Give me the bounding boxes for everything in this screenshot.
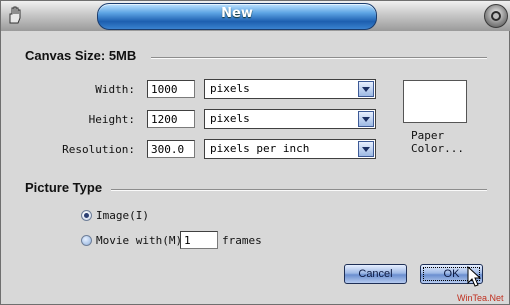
image-radio[interactable] — [81, 210, 92, 221]
picture-type-separator — [111, 189, 487, 191]
canvas-size-separator — [151, 57, 487, 59]
chevron-down-icon[interactable] — [358, 111, 374, 127]
title-bar[interactable]: New — [1, 1, 510, 31]
close-button[interactable] — [484, 4, 508, 28]
width-unit-select[interactable]: pixels — [204, 79, 376, 99]
width-unit-value: pixels — [210, 82, 250, 95]
resolution-input[interactable] — [147, 140, 195, 158]
canvas-size-heading: Canvas Size: 5MB — [25, 48, 137, 63]
mouse-pointer-icon — [467, 266, 482, 287]
new-dialog: New Canvas Size: 5MB Width: pixels Heigh… — [0, 0, 510, 305]
frames-label: frames — [222, 234, 262, 247]
window-title: New — [221, 6, 253, 21]
frames-input[interactable] — [180, 231, 218, 249]
width-label: Width: — [95, 83, 135, 96]
picture-type-heading: Picture Type — [25, 180, 103, 195]
cancel-button[interactable]: Cancel — [344, 264, 407, 284]
chevron-down-icon[interactable] — [358, 81, 374, 97]
paper-color-swatch[interactable] — [403, 80, 467, 123]
movie-radio[interactable] — [81, 235, 92, 246]
watermark: WinTea.Net — [457, 293, 504, 303]
paper-color-label[interactable]: Paper Color... — [411, 129, 464, 155]
height-label: Height: — [88, 113, 135, 126]
width-input[interactable] — [147, 80, 195, 98]
hand-icon — [9, 6, 21, 24]
image-radio-label: Image(I) — [96, 209, 149, 222]
resolution-unit-select[interactable]: pixels per inch — [204, 139, 376, 159]
movie-radio-label: Movie with(M) — [96, 234, 183, 247]
resolution-unit-value: pixels per inch — [210, 142, 310, 155]
height-unit-value: pixels — [210, 112, 250, 125]
height-input[interactable] — [147, 110, 195, 128]
chevron-down-icon[interactable] — [358, 141, 374, 157]
resolution-label: Resolution: — [62, 143, 135, 156]
height-unit-select[interactable]: pixels — [204, 109, 376, 129]
